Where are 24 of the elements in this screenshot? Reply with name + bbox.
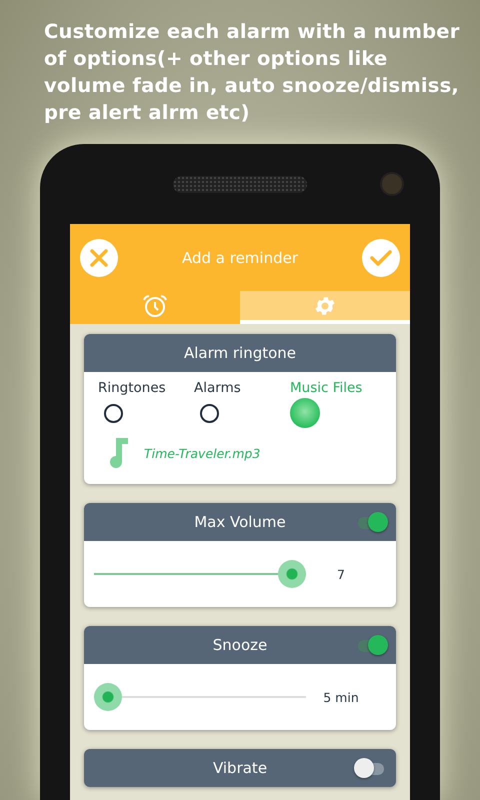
close-icon: [89, 248, 109, 268]
tab[interactable]: [70, 291, 240, 324]
file-name: Time-Traveler.mp3: [144, 446, 260, 460]
camera-lens: [380, 172, 404, 196]
radio-button[interactable]: [290, 398, 320, 428]
header-title: Add a reminder: [182, 248, 298, 266]
confirm-button[interactable]: [362, 238, 400, 276]
caption-text: Customize each alarm with a number of options(+ other options like volume fade in, auto snooze/dismiss, pre alert alrm etc): [44, 19, 461, 126]
music-note-icon: [108, 438, 128, 468]
radio-button[interactable]: [200, 404, 219, 423]
slider-value: 5 min: [322, 690, 360, 704]
section-title: Vibrate: [212, 759, 268, 777]
alarm-clock-icon: [142, 294, 168, 318]
option-label[interactable]: Ringtones: [98, 380, 166, 396]
checkmark-icon: [368, 248, 393, 268]
slider-thumb[interactable]: [94, 683, 122, 711]
close-button[interactable]: [80, 238, 118, 276]
section-title: Alarm ringtone: [182, 344, 298, 362]
slider-value: 7: [336, 566, 346, 582]
section-title: Max Volume: [193, 513, 287, 531]
radio-button[interactable]: [104, 404, 123, 423]
section-title: Snooze: [212, 636, 268, 654]
slider-thumb[interactable]: [278, 560, 306, 588]
option-label[interactable]: Alarms: [194, 380, 241, 396]
